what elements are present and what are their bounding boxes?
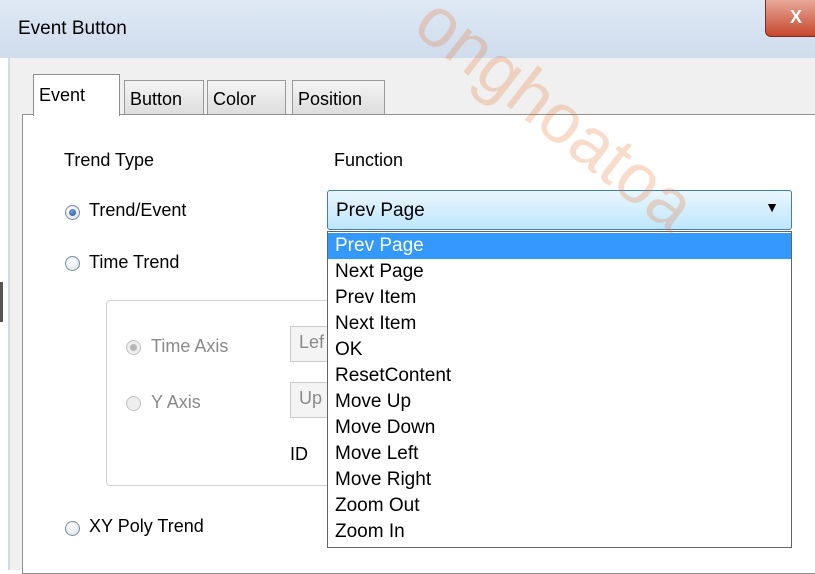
dropdown-option-zoom-in[interactable]: Zoom In (328, 519, 791, 545)
dropdown-option-move-up[interactable]: Move Up (328, 389, 791, 415)
dropdown-option-reset-content[interactable]: ResetContent (328, 363, 791, 389)
radio-xy-poly-trend[interactable] (65, 521, 80, 536)
function-select[interactable]: Prev Page ▼ (327, 190, 792, 230)
radio-trend-event[interactable] (65, 205, 80, 220)
y-axis-select: Up (290, 382, 330, 418)
window-title: Event Button (18, 18, 127, 39)
time-axis-label: Time Axis (151, 336, 229, 356)
chevron-down-icon[interactable]: ▼ (765, 199, 779, 215)
dropdown-option-next-item[interactable]: Next Item (328, 311, 791, 337)
title-bar: Event Button X (0, 0, 815, 58)
dropdown-option-ok[interactable]: OK (328, 337, 791, 363)
radio-y-axis (126, 396, 141, 411)
id-label: ID (290, 444, 308, 464)
radio-xy-poly-trend-label[interactable]: XY Poly Trend (89, 516, 204, 537)
radio-trend-event-label[interactable]: Trend/Event (89, 200, 186, 221)
y-axis-label: Y Axis (151, 392, 201, 412)
dropdown-option-prev-item[interactable]: Prev Item (328, 285, 791, 311)
dropdown-option-move-left[interactable]: Move Left (328, 441, 791, 467)
time-axis-select: Lef (290, 326, 330, 362)
dropdown-option-move-down[interactable]: Move Down (328, 415, 791, 441)
dropdown-option-move-right[interactable]: Move Right (328, 467, 791, 493)
tab-button[interactable]: Button (124, 80, 204, 116)
tab-position[interactable]: Position (292, 80, 385, 116)
trend-type-heading: Trend Type (64, 150, 155, 170)
dropdown-option-next-page[interactable]: Next Page (328, 259, 791, 285)
function-heading: Function (334, 150, 404, 170)
radio-time-trend-label[interactable]: Time Trend (89, 252, 179, 273)
function-dropdown-list: Prev Page Next Page Prev Item Next Item … (327, 231, 792, 548)
tab-color[interactable]: Color (207, 80, 286, 116)
radio-time-axis (126, 340, 141, 355)
close-button[interactable]: X (765, 0, 815, 37)
dropdown-option-prev-page[interactable]: Prev Page (328, 233, 791, 259)
edge-marker (0, 282, 3, 322)
tab-event[interactable]: Event (33, 74, 120, 116)
function-selected-value: Prev Page (336, 200, 425, 221)
radio-time-trend[interactable] (65, 256, 80, 271)
dropdown-option-zoom-out[interactable]: Zoom Out (328, 493, 791, 519)
